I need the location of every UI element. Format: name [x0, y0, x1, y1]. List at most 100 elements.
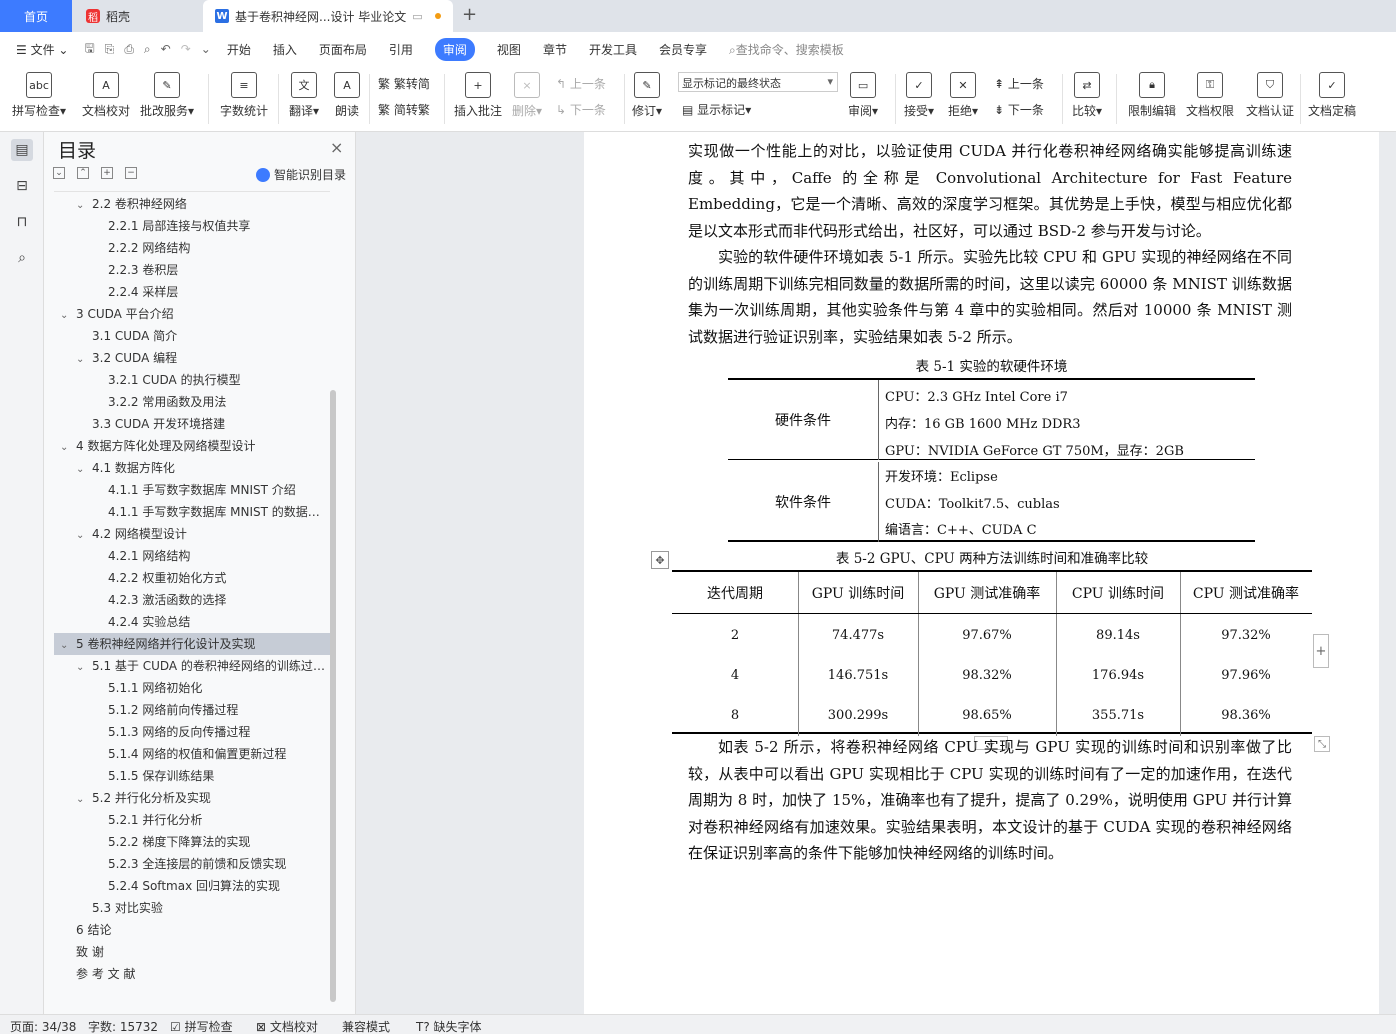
accept-button[interactable]: ✓ 接受▾	[904, 72, 934, 119]
doc-rights-button[interactable]: ⚿ 文档权限	[1186, 72, 1234, 119]
table-5-2[interactable]: 迭代周期 GPU 训练时间 GPU 测试准确率 CPU 训练时间 CPU 测试准确率 2 7…	[672, 570, 1312, 736]
tab-document[interactable]: W 基于卷积神经网...设计 毕业论文 ▭	[203, 0, 453, 32]
menu-layout[interactable]: 页面布局	[319, 41, 367, 58]
doc-proof-button[interactable]: A 文档校对	[82, 72, 130, 119]
tab-home[interactable]: 首页	[0, 0, 72, 32]
toc-item[interactable]: 4.2.4 实验总结	[54, 611, 330, 633]
next-revision-button[interactable]: ⇟ 下一条	[994, 101, 1044, 118]
next-comment-button[interactable]: ↳ 下一条	[556, 101, 606, 118]
page-indicator[interactable]: 页面: 34/38	[10, 1018, 76, 1034]
expand-up-icon[interactable]: ⌃	[77, 167, 89, 179]
toc-item[interactable]: 2.2.1 局部连接与权值共享	[54, 215, 330, 237]
collapse-all-icon[interactable]: ⌄	[53, 167, 65, 179]
toc-item[interactable]: 4.2.3 激活函数的选择	[54, 589, 330, 611]
expand-caret-icon[interactable]: ⌄	[76, 459, 88, 479]
export-icon[interactable]: ⎘	[105, 42, 115, 57]
menu-insert[interactable]: 插入	[273, 41, 297, 58]
read-aloud-button[interactable]: A 朗读	[334, 72, 360, 119]
show-markup-button[interactable]: ▤ 显示标记▾	[682, 101, 751, 118]
toc-item[interactable]: 3.2.2 常用函数及用法	[54, 391, 330, 413]
toc-item[interactable]: ⌄ 3 CUDA 平台介绍	[54, 303, 330, 325]
remove-heading-icon[interactable]: −	[125, 167, 137, 179]
chapter-nav-icon[interactable]: ⊟	[11, 175, 33, 197]
simp-to-trad-button[interactable]: 繁 简转繁	[378, 101, 430, 118]
menu-review[interactable]: 审阅	[434, 37, 475, 61]
tab-daoke[interactable]: 稻稻壳	[74, 0, 200, 32]
prev-revision-button[interactable]: ⇞ 上一条	[994, 75, 1044, 92]
add-heading-icon[interactable]: +	[101, 167, 113, 179]
menu-member[interactable]: 会员专享	[659, 41, 707, 58]
expand-caret-icon[interactable]: ⌄	[76, 349, 88, 369]
toc-item[interactable]: 2.2.4 采样层	[54, 281, 330, 303]
toc-item[interactable]: 3.1 CUDA 简介	[54, 325, 330, 347]
toc-item[interactable]: ⌄ 4.2 网络模型设计	[54, 523, 330, 545]
expand-caret-icon[interactable]: ⌄	[76, 789, 88, 809]
print-icon[interactable]: ⎙	[124, 42, 134, 57]
missing-font[interactable]: T? 缺失字体	[416, 1018, 482, 1034]
toc-item[interactable]: ⌄ 5.2 并行化分析及实现	[54, 787, 330, 809]
toc-item[interactable]: 2.2.2 网络结构	[54, 237, 330, 259]
annotation-service-button[interactable]: ✎ 批改服务▾	[140, 72, 194, 119]
bookmark-icon[interactable]: ⊓	[11, 211, 33, 233]
toc-item[interactable]: 5.1.4 网络的权值和偏置更新过程	[54, 743, 330, 765]
reject-button[interactable]: ✕ 拒绝▾	[948, 72, 978, 119]
toc-item[interactable]: 参 考 文 献	[54, 963, 330, 985]
toc-item[interactable]: 5.1.1 网络初始化	[54, 677, 330, 699]
toc-item[interactable]: 4.1.1 手写数字数据库 MNIST 的数据方阵化	[54, 501, 330, 523]
toc-item[interactable]: 5.2.4 Softmax 回归算法的实现	[54, 875, 330, 897]
expand-caret-icon[interactable]: ⌄	[60, 635, 72, 655]
trad-to-simp-button[interactable]: 繁 繁转简	[378, 75, 430, 92]
table-move-handle-icon[interactable]: ✥	[651, 551, 669, 569]
menu-view[interactable]: 视图	[497, 41, 521, 58]
toc-item[interactable]: 5.2.2 梯度下降算法的实现	[54, 831, 330, 853]
undo-icon[interactable]: ↶	[161, 42, 171, 56]
prev-comment-button[interactable]: ↰ 上一条	[556, 75, 606, 92]
toc-scrollbar[interactable]	[330, 390, 336, 1002]
toc-panel-icon[interactable]: ▤	[11, 139, 33, 161]
expand-caret-icon[interactable]: ⌄	[76, 525, 88, 545]
toc-item[interactable]: 4.1.1 手写数字数据库 MNIST 介绍	[54, 479, 330, 501]
save-icon[interactable]: 🖫	[84, 39, 94, 60]
add-column-icon[interactable]: +	[1313, 634, 1329, 668]
insert-comment-button[interactable]: + 插入批注	[454, 72, 502, 119]
toc-item[interactable]: ⌄ 5 卷积神经网络并行化设计及实现	[54, 633, 330, 655]
paragraph-environment[interactable]: 实验的软件硬件环境如表 5-1 所示。实验先比较 CPU 和 GPU 实现的神经…	[688, 244, 1292, 350]
menu-start[interactable]: 开始	[227, 41, 251, 58]
smart-toc-button[interactable]: 智能识别目录	[256, 166, 346, 183]
word-count-indicator[interactable]: 字数: 15732	[88, 1018, 158, 1034]
quick-access-dropdown-icon[interactable]: ⌄	[201, 42, 211, 56]
toc-item[interactable]: 5.2.3 全连接层的前馈和反馈实现	[54, 853, 330, 875]
toc-item[interactable]: ⌄ 4 数据方阵化处理及网络模型设计	[54, 435, 330, 457]
status-spell-check[interactable]: ☑ 拼写检查	[170, 1018, 233, 1034]
expand-caret-icon[interactable]: ⌄	[76, 195, 88, 215]
review-pane-button[interactable]: ▭ 审阅▾	[848, 72, 878, 119]
toc-item[interactable]: 5.1.3 网络的反向传播过程	[54, 721, 330, 743]
menu-reference[interactable]: 引用	[389, 41, 413, 58]
toc-item[interactable]: 3.3 CUDA 开发环境搭建	[54, 413, 330, 435]
doc-final-button[interactable]: ✓ 文档定稿	[1308, 72, 1356, 119]
toc-item[interactable]: 致 谢	[54, 941, 330, 963]
expand-caret-icon[interactable]: ⌄	[60, 437, 72, 457]
compare-button[interactable]: ⇄ 比较▾	[1072, 72, 1102, 119]
markup-state-select[interactable]: 显示标记的最终状态 ▾	[678, 72, 838, 92]
close-icon[interactable]: ×	[330, 138, 343, 157]
menu-chapter[interactable]: 章节	[543, 41, 567, 58]
table-5-1[interactable]: 硬件条件 CPU：2.3 GHz Intel Core i7 内存：16 GB …	[728, 378, 1255, 542]
table-resize-icon[interactable]: ⤡	[1314, 736, 1330, 752]
file-menu[interactable]: ☰ 文件 ⌄	[16, 41, 68, 58]
word-count-button[interactable]: ≡ 字数统计	[220, 72, 268, 119]
status-doc-proof[interactable]: ⊠ 文档校对	[256, 1018, 318, 1034]
toc-item[interactable]: 5.3 对比实验	[54, 897, 330, 919]
document-page[interactable]: 实现做一个性能上的对比，以验证使用 CUDA 并行化卷积神经网络确实能够提高训练…	[584, 132, 1379, 1014]
toc-item[interactable]: 4.2.2 权重初始化方式	[54, 567, 330, 589]
paragraph-caffe[interactable]: 实现做一个性能上的对比，以验证使用 CUDA 并行化卷积神经网络确实能够提高训练…	[688, 138, 1292, 244]
paragraph-conclusion[interactable]: 如表 5-2 所示，将卷积神经网络 CPU 实现与 GPU 实现的训练时间和识别…	[688, 734, 1292, 867]
delete-comment-button[interactable]: × 删除▾	[512, 72, 542, 119]
preview-icon[interactable]: ⌕	[144, 42, 151, 57]
find-icon[interactable]: ⌕	[11, 247, 33, 269]
toc-item[interactable]: 5.1.5 保存训练结果	[54, 765, 330, 787]
menu-devtools[interactable]: 开发工具	[589, 41, 637, 58]
toc-item[interactable]: 4.2.1 网络结构	[54, 545, 330, 567]
toc-item[interactable]: 6 结论	[54, 919, 330, 941]
spell-check-button[interactable]: abc 拼写检查▾	[12, 72, 66, 119]
